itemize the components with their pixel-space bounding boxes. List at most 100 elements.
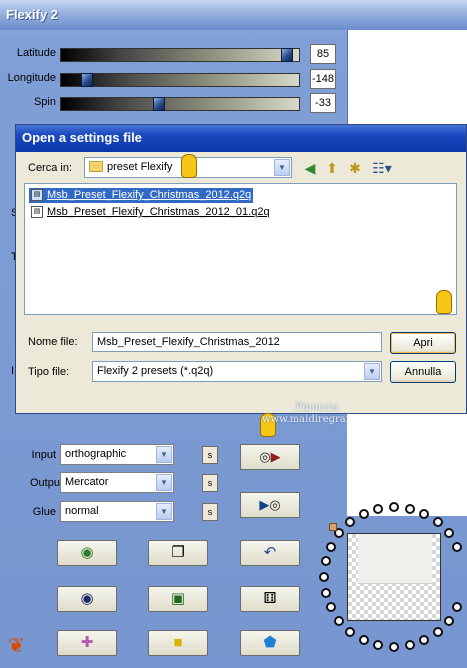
output-select[interactable]: Mercator ▼ [60,472,174,493]
slider-thumb[interactable] [153,97,165,111]
ring-dot[interactable] [419,508,430,519]
slider-thumb[interactable] [281,48,293,62]
circle-icon: ◉ [80,590,94,607]
file-name: Msb_Preset_Flexify_Christmas_2012_01.q2q [47,206,270,218]
output-value: Mercator [65,476,109,488]
spin-value[interactable]: -33 [310,93,336,113]
spin-track[interactable] [60,97,300,111]
ring-dot[interactable] [389,642,399,652]
ring-dot[interactable] [320,587,331,598]
glue-select[interactable]: normal ▼ [60,501,174,522]
ring-dot[interactable] [452,602,463,613]
pointer-hand-icon [436,290,452,314]
square-button[interactable]: ▣ [148,586,208,612]
random-button[interactable]: ⚅ [240,586,300,612]
cancel-button[interactable]: Annulla [390,361,456,383]
copy-button[interactable]: ❐ [148,540,208,566]
file-icon: ▤ [31,189,43,201]
save-preset-button[interactable]: ▶◎ [240,492,300,518]
globe-icon: ◉ [80,544,94,561]
file-item[interactable]: ▤ Msb_Preset_Flexify_Christmas_2012_01.q… [29,205,272,220]
ring-dot[interactable] [419,635,430,646]
slider-label: Longitude [7,72,56,84]
look-in-label: Cerca in: [28,162,73,174]
ring-dot[interactable] [345,517,356,528]
globe-button[interactable]: ◉ [57,540,117,566]
filetype-label: Tipo file: [28,366,70,378]
input-select[interactable]: orthographic ▼ [60,444,174,465]
pentagon-button[interactable]: ⬟ [240,630,300,656]
play-icon: ▶ [270,449,281,464]
filename-field[interactable]: Msb_Preset_Flexify_Christmas_2012 [92,332,382,352]
plus-shape-icon: ✚ [80,634,94,651]
filetype-combo[interactable]: Flexify 2 presets (*.q2q) ▼ [92,361,382,382]
ring-dot[interactable] [404,503,415,514]
folder-icon [89,161,103,172]
cube-icon: ■ [173,634,183,651]
ring-dot[interactable] [432,626,443,637]
ring-dot[interactable] [358,635,369,646]
look-in-text: preset Flexify [107,161,173,173]
slider-label: Latitude [16,47,56,59]
load-preset-button[interactable]: ◎▶ [240,444,300,470]
copy-icon: ❐ [171,544,185,561]
back-icon[interactable]: ◀ [301,159,319,177]
chevron-down-icon[interactable]: ▼ [274,159,290,176]
ring-dot[interactable] [319,572,329,582]
ring-dot[interactable] [404,640,415,651]
output-s-button[interactable]: s [202,474,218,492]
filetype-value: Flexify 2 presets (*.q2q) [97,365,214,377]
open-button[interactable]: Apri [390,332,456,354]
output-label: Output [30,477,64,489]
undo-button[interactable]: ↶ [240,540,300,566]
glue-value: normal [65,505,99,517]
longitude-value[interactable]: -148 [310,69,336,89]
preview-image [347,533,441,621]
latitude-track[interactable] [60,48,300,62]
latitude-value[interactable]: 85 [310,44,336,64]
slider-thumb[interactable] [81,73,93,87]
filename-label: Nome file: [28,336,78,348]
slider-longitude: Longitude -148 [0,69,345,89]
square-icon: ▣ [170,590,186,607]
file-item[interactable]: ▤ Msb_Preset_Flexify_Christmas_2012.q2q [29,188,254,203]
input-value: orthographic [65,448,127,460]
file-list[interactable]: ▤ Msb_Preset_Flexify_Christmas_2012.q2q … [24,183,457,315]
glue-s-button[interactable]: s [202,503,218,521]
chevron-down-icon[interactable]: ▼ [156,446,172,463]
ring-dot[interactable] [389,502,399,512]
ring-handle[interactable] [329,523,337,531]
ring-dot[interactable] [358,508,369,519]
preview-panel-bottom [347,414,467,516]
dice-icon: ⚅ [263,590,277,607]
circle-button[interactable]: ◉ [57,586,117,612]
input-s-button[interactable]: s [202,446,218,464]
ring-dot[interactable] [320,556,331,567]
view-menu-icon[interactable]: ☷▾ [370,159,394,177]
ring-dot[interactable] [452,541,463,552]
cross-button[interactable]: ✚ [57,630,117,656]
flexify-window: Flexify 2 Latitude 85 Longitude -148 Spi… [0,0,467,668]
new-folder-icon[interactable]: ✱ [346,159,364,177]
ring-dot[interactable] [443,528,454,539]
ring-dot[interactable] [373,640,384,651]
flexify-logo-icon: ❦ [8,635,25,657]
ring-dot[interactable] [325,541,336,552]
up-folder-icon[interactable]: ⬆ [323,159,341,177]
disc-load-icon: ◎ [259,449,271,464]
chevron-down-icon[interactable]: ▼ [156,503,172,520]
ring-dot[interactable] [432,517,443,528]
cube-button[interactable]: ■ [148,630,208,656]
ring-dot[interactable] [443,615,454,626]
ring-dot[interactable] [345,626,356,637]
hidden-label: I [11,365,15,377]
chevron-down-icon[interactable]: ▼ [156,474,172,491]
window-title: Flexify 2 [0,0,467,30]
chevron-down-icon[interactable]: ▼ [364,363,380,380]
file-icon: ▤ [31,206,43,218]
longitude-track[interactable] [60,73,300,87]
ring-dot[interactable] [334,615,345,626]
undo-icon: ↶ [263,544,277,561]
ring-dot[interactable] [325,602,336,613]
slider-latitude: Latitude 85 [0,44,345,64]
